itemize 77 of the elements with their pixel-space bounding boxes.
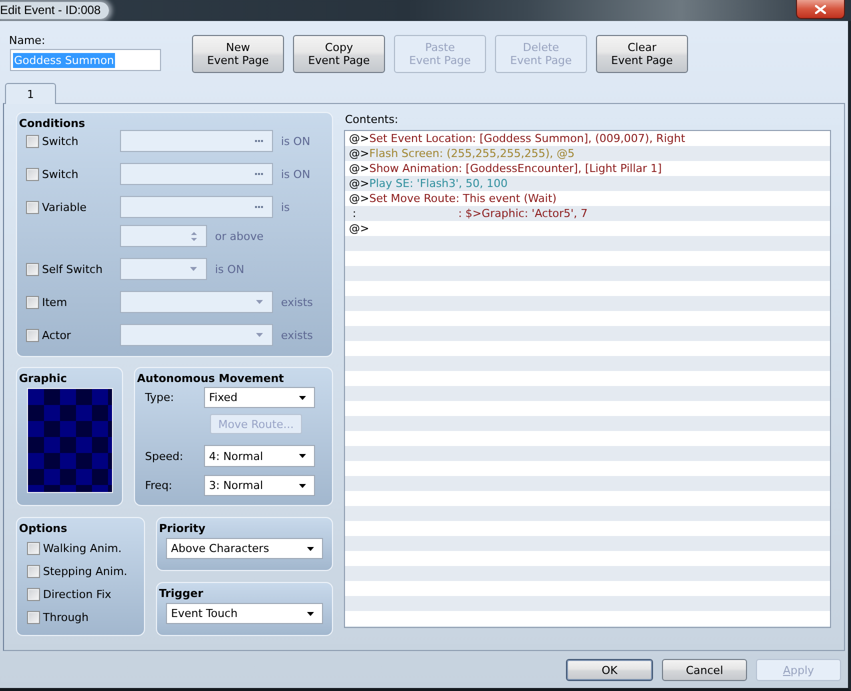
condition-suffix: exists <box>281 296 313 308</box>
condition-label: Item <box>42 296 68 308</box>
priority-heading: Priority <box>158 522 206 535</box>
condition-label: Switch <box>42 168 78 180</box>
caret-icon <box>256 300 263 304</box>
type-label: Type: <box>145 391 175 404</box>
caret-icon <box>307 612 314 616</box>
condition-label: Variable <box>42 200 87 214</box>
caret-icon <box>299 396 306 400</box>
event-command[interactable]: @>Show Animation: [GoddessEncounter], [Light Pillar 1] <box>345 161 830 176</box>
type-dropdown[interactable]: Fixed <box>204 387 315 408</box>
conditions-heading: Conditions <box>18 117 86 130</box>
condition-checkbox[interactable] <box>26 262 39 276</box>
caret-icon <box>190 267 197 271</box>
contents-label: Contents: <box>344 113 400 127</box>
dialog-button[interactable]: OK <box>566 659 653 681</box>
freq-dropdown[interactable]: 3: Normal <box>204 475 315 496</box>
close-icon <box>815 4 826 14</box>
picker-field[interactable] <box>120 130 273 152</box>
condition-checkbox[interactable] <box>26 200 39 214</box>
condition-checkbox[interactable] <box>26 328 39 342</box>
event-command-list[interactable] <box>344 130 831 628</box>
condition-dropdown[interactable] <box>120 291 273 313</box>
condition-suffix: is <box>281 200 290 214</box>
event-command[interactable]: @>Play SE: 'Flash3', 50, 100 <box>345 176 830 191</box>
speed-dropdown[interactable]: 4: Normal <box>204 445 315 467</box>
caret-icon <box>299 484 306 488</box>
option-checkbox[interactable] <box>27 610 40 624</box>
option-label: Walking Anim. <box>43 542 122 554</box>
condition-label: Switch <box>42 134 78 148</box>
event-page-button[interactable]: Copy Event Page <box>293 35 385 73</box>
picker-field[interactable] <box>120 163 273 185</box>
condition-suffix: or above <box>215 230 264 242</box>
event-command[interactable]: @>Flash Screen: (255,255,255,255), @5 <box>345 146 830 161</box>
event-page-button[interactable]: New Event Page <box>192 35 284 73</box>
condition-dropdown[interactable] <box>120 324 273 346</box>
priority-dropdown[interactable]: Above Characters <box>166 538 323 559</box>
condition-checkbox[interactable] <box>26 296 39 308</box>
condition-label: Actor <box>42 328 71 342</box>
checkerboard-graphic[interactable] <box>26 388 112 493</box>
page-tab[interactable]: 1 <box>5 83 56 104</box>
dialog-button[interactable]: Cancel <box>662 659 747 681</box>
event-command[interactable]: @>Set Event Location: [Goddess Summon], (009,007), Right <box>345 131 830 146</box>
option-checkbox[interactable] <box>27 564 40 578</box>
spin-arrows-icon <box>191 230 197 242</box>
event-page-button[interactable]: Clear Event Page <box>596 35 688 73</box>
event-command[interactable]: @>Set Move Route: This event (Wait) <box>345 191 830 206</box>
picker-field[interactable] <box>120 196 273 218</box>
movement-heading: Autonomous Movement <box>136 372 284 385</box>
option-label: Direction Fix <box>43 588 112 600</box>
condition-suffix: exists <box>281 328 313 342</box>
event-command[interactable]: @> <box>345 221 830 236</box>
options-heading: Options <box>18 522 68 535</box>
condition-suffix: is ON <box>215 262 244 276</box>
freq-label: Freq: <box>145 479 174 492</box>
caret-icon <box>256 333 263 337</box>
event-command[interactable]: : : $>Graphic: 'Actor5', 7 <box>345 206 830 221</box>
caret-icon <box>307 546 314 550</box>
close-button[interactable] <box>796 0 845 19</box>
condition-dropdown[interactable] <box>120 258 207 280</box>
number-spin-field[interactable] <box>120 225 207 247</box>
window-title: Edit Event - ID:008 <box>0 2 109 19</box>
condition-label: Self Switch <box>42 262 103 276</box>
name-label: Name: <box>9 35 46 49</box>
condition-checkbox[interactable] <box>26 168 39 180</box>
option-label: Stepping Anim. <box>43 564 128 578</box>
condition-checkbox[interactable] <box>26 134 39 148</box>
option-label: Through <box>43 610 89 624</box>
condition-suffix: is ON <box>281 168 310 180</box>
trigger-dropdown[interactable]: Event Touch <box>166 603 323 624</box>
graphic-heading: Graphic <box>18 372 67 385</box>
speed-label: Speed: <box>145 450 184 462</box>
option-checkbox[interactable] <box>27 588 40 600</box>
trigger-heading: Trigger <box>158 587 204 600</box>
caret-icon <box>299 454 306 458</box>
condition-suffix: is ON <box>281 134 310 148</box>
option-checkbox[interactable] <box>27 542 40 554</box>
